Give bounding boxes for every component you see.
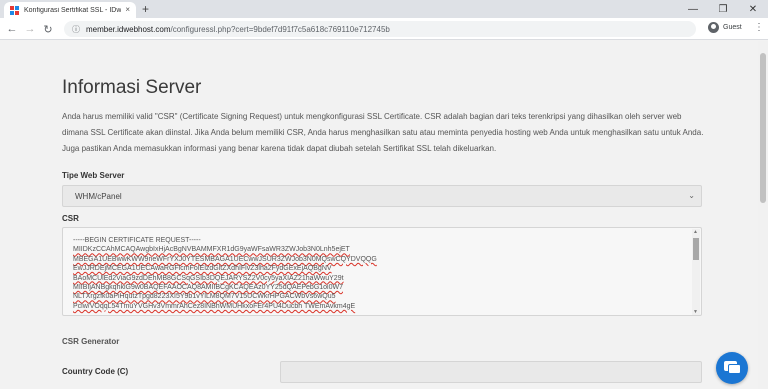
csr-line: NLTXrgzfk0aPiHqutzTpgd8223XI5Y9b1vYlLM8Q… bbox=[73, 293, 336, 301]
csr-scroll-thumb[interactable] bbox=[693, 238, 699, 260]
url-host: member.idwebhost.com bbox=[86, 24, 171, 34]
csr-line: -----BEGIN CERTIFICATE REQUEST----- bbox=[73, 237, 201, 244]
chat-bubbles-icon[interactable] bbox=[716, 352, 748, 384]
browser-menu-icon[interactable]: ⋮ bbox=[754, 22, 764, 33]
url-text: member.idwebhost.com/configuressl.php?ce… bbox=[86, 25, 390, 34]
csr-line: MBEGA1UEBwwKWW9neWFrYXJ0YTESMBAGA1UECwwJ… bbox=[73, 255, 377, 263]
tab-title: Konfigurasi Sertifikat SSL - IDwebhost bbox=[24, 6, 122, 14]
country-code-input[interactable] bbox=[280, 361, 702, 383]
close-window-icon[interactable]: ✕ bbox=[738, 0, 768, 18]
browser-tab[interactable]: Konfigurasi Sertifikat SSL - IDwebhost × bbox=[4, 2, 136, 18]
browser-tab-bar: Konfigurasi Sertifikat SSL - IDwebhost ×… bbox=[0, 0, 768, 18]
profile-label: Guest bbox=[723, 24, 742, 31]
server-type-value: WHM/cPanel bbox=[75, 191, 122, 201]
address-bar: ← → ↻ ⓘ member.idwebhost.com/configuress… bbox=[0, 18, 768, 40]
tab-close-icon[interactable]: × bbox=[125, 6, 130, 14]
chat-bubble-front bbox=[728, 364, 741, 374]
idwebhost-favicon-icon bbox=[10, 5, 19, 15]
csr-generator-label: CSR Generator bbox=[62, 337, 120, 346]
url-field[interactable]: ⓘ member.idwebhost.com/configuressl.php?… bbox=[64, 21, 696, 37]
server-type-label: Tipe Web Server bbox=[62, 171, 125, 180]
avatar-icon bbox=[708, 22, 719, 33]
back-icon[interactable]: ← bbox=[4, 21, 20, 37]
csr-line: Pclw/VOqqL54TmuYVGHv3VmmrAhCez8INBhWMUHk… bbox=[73, 302, 356, 310]
page-title: Informasi Server bbox=[62, 77, 202, 98]
page-viewport: Informasi Server Anda harus memiliki val… bbox=[0, 41, 768, 389]
csr-line: EwJJRDEjMCEGA1UECAwaRGFlcmFoIElzdGltZXdh… bbox=[73, 265, 332, 273]
site-info-icon[interactable]: ⓘ bbox=[72, 24, 80, 35]
scroll-up-icon[interactable]: ▲ bbox=[693, 229, 698, 235]
page-scrollbar[interactable] bbox=[758, 41, 768, 389]
forward-icon[interactable]: → bbox=[22, 21, 38, 37]
maximize-icon[interactable]: ❐ bbox=[708, 0, 738, 18]
intro-text: Anda harus memiliki valid "CSR" (Certifi… bbox=[62, 112, 704, 153]
server-type-select[interactable]: WHM/cPanel ⌄ bbox=[62, 185, 702, 207]
page-scroll-thumb[interactable] bbox=[760, 53, 766, 203]
profile-button[interactable]: Guest bbox=[708, 22, 742, 33]
csr-label: CSR bbox=[62, 214, 79, 223]
csr-line: BAoMCUlEd2ViaG9zdDEhMB8GCSqGSIb3DQEJARYS… bbox=[73, 274, 344, 282]
country-code-label: Country Code (C) bbox=[62, 367, 129, 376]
new-tab-icon[interactable]: + bbox=[142, 2, 149, 16]
minimize-icon[interactable]: — bbox=[678, 0, 708, 18]
csr-textarea[interactable]: -----BEGIN CERTIFICATE REQUEST----- MIID… bbox=[62, 227, 702, 316]
scroll-down-icon[interactable]: ▼ bbox=[693, 309, 698, 315]
url-path: /configuressl.php?cert=9bdef7d91f7c5a618… bbox=[170, 24, 390, 34]
csr-line: MIIDKzCCAhMCAQAwgbIxHjAcBgNVBAMMFXR1dG9y… bbox=[73, 246, 350, 254]
csr-line: MIIBIjANBgkqhkiG9w0BAQEFAAOCAQ8AMIIBCgKC… bbox=[73, 284, 343, 292]
csr-scrollbar[interactable]: ▲ ▼ bbox=[692, 229, 700, 315]
reload-icon[interactable]: ↻ bbox=[40, 21, 56, 37]
chevron-down-icon: ⌄ bbox=[688, 191, 695, 200]
